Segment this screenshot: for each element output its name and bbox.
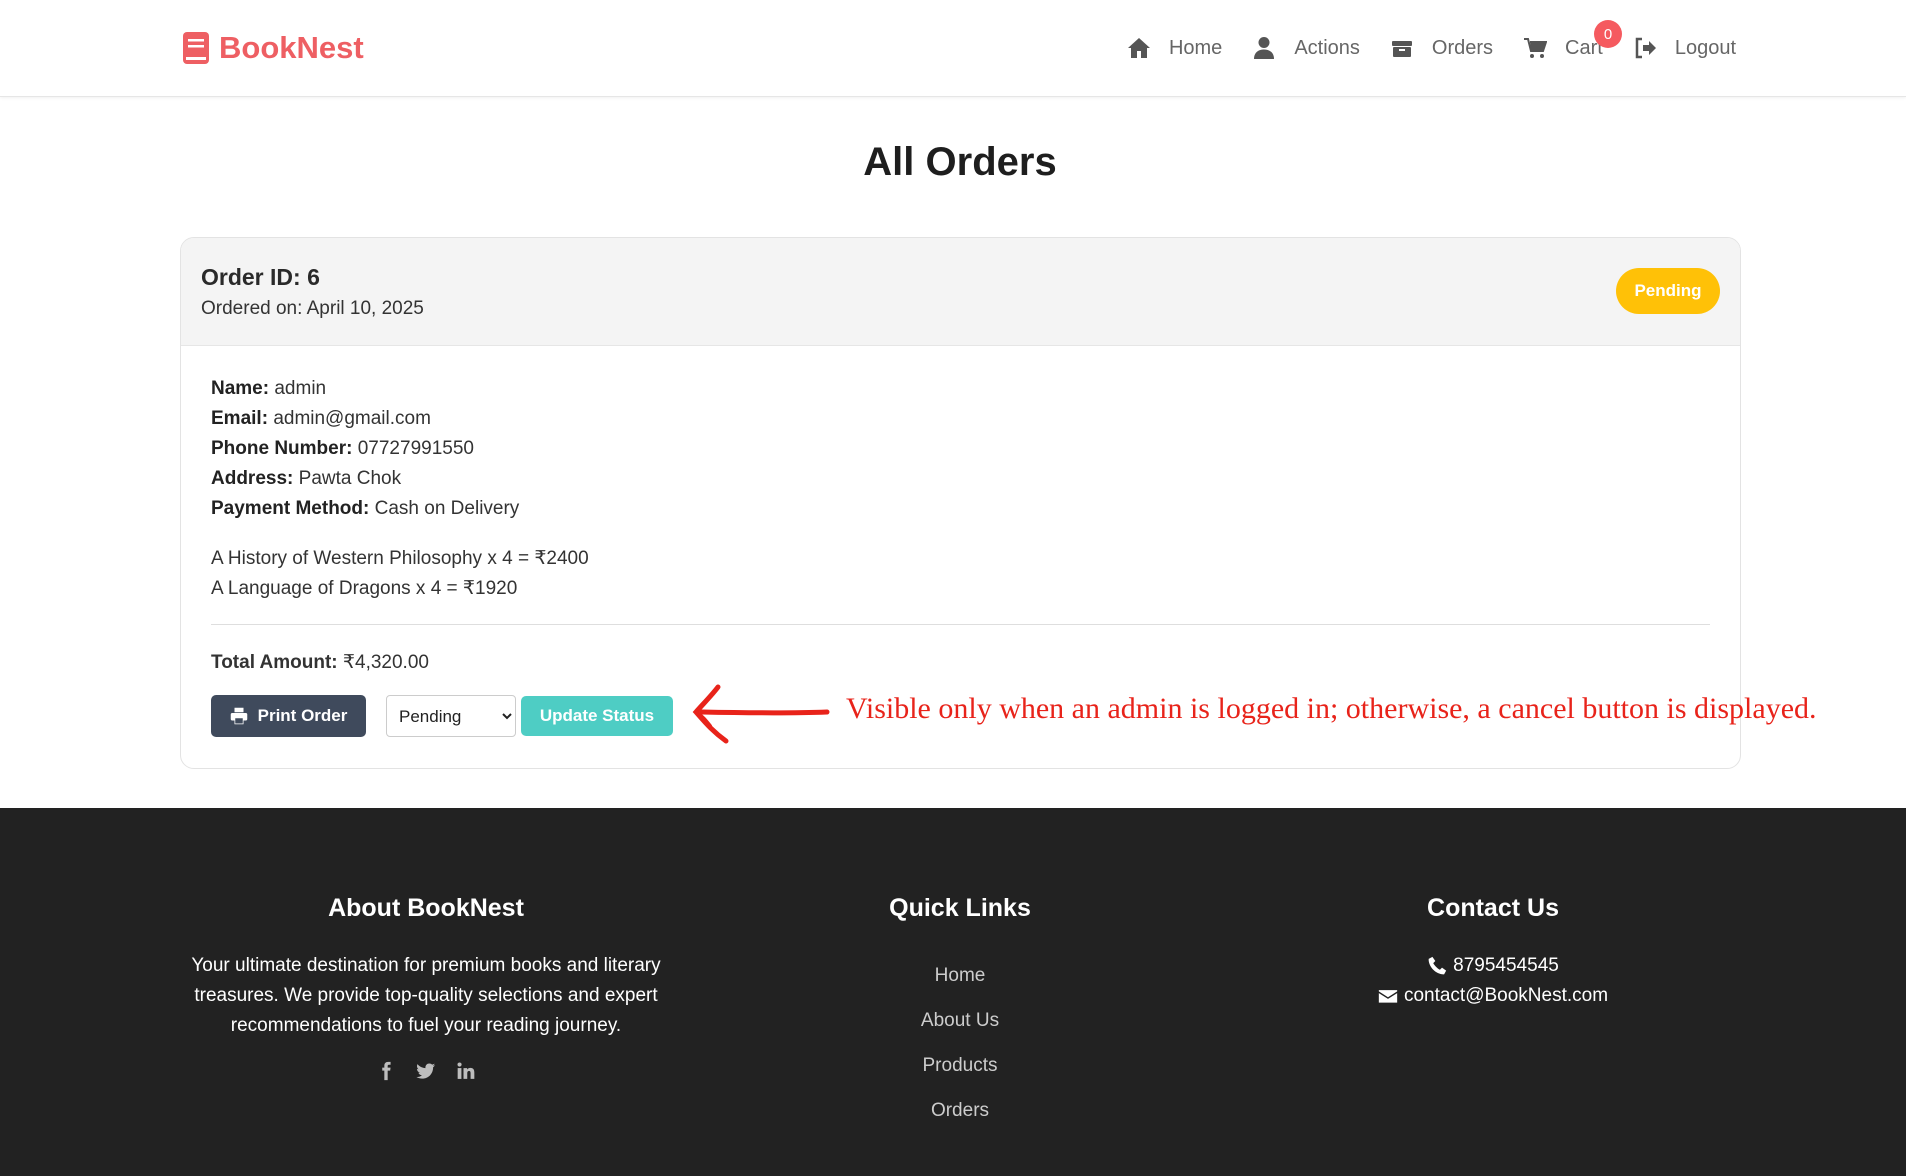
nav-orders-label: Orders bbox=[1431, 36, 1494, 59]
footer-links-title: Quick Links bbox=[889, 894, 1031, 922]
nav-home-label: Home bbox=[1168, 36, 1223, 59]
footer-link-about[interactable]: About Us bbox=[860, 998, 1060, 1043]
update-status-button[interactable]: Update Status bbox=[521, 696, 673, 736]
nav-cart[interactable]: Cart 0 bbox=[1523, 20, 1623, 60]
status-select[interactable]: Pending bbox=[386, 695, 516, 737]
nav-actions[interactable]: Actions bbox=[1252, 36, 1360, 60]
contact-phone-text: 8795454545 bbox=[1453, 955, 1559, 976]
order-body: Name: admin Email: admin@gmail.com Phone… bbox=[211, 374, 1710, 674]
print-order-button[interactable]: Print Order bbox=[211, 695, 366, 737]
divider bbox=[211, 624, 1710, 625]
footer-about: About BookNest Your ultimate destination… bbox=[170, 894, 682, 1081]
order-date: Ordered on: April 10, 2025 bbox=[201, 298, 424, 319]
social-links bbox=[170, 1061, 682, 1081]
user-icon bbox=[1254, 37, 1275, 59]
customer-phone: Phone Number: 07727991550 bbox=[211, 438, 474, 459]
order-item: A History of Western Philosophy x 4 = ₹2… bbox=[211, 548, 589, 569]
footer-contact-title: Contact Us bbox=[1427, 894, 1559, 922]
logout-icon bbox=[1635, 37, 1656, 59]
facebook-icon[interactable] bbox=[376, 1061, 396, 1081]
customer-name: Name: admin bbox=[211, 378, 327, 399]
status-badge: Pending bbox=[1616, 268, 1720, 314]
annotation-arrow-icon bbox=[692, 684, 830, 744]
payment-method: Payment Method: Cash on Delivery bbox=[211, 498, 520, 519]
quick-links-list: Home About Us Products Orders bbox=[860, 953, 1060, 1133]
brand-logo[interactable]: BookNest bbox=[183, 30, 364, 66]
order-header: Order ID: 6 Ordered on: April 10, 2025 P… bbox=[181, 238, 1740, 346]
contact-phone: 8795454545 bbox=[1293, 951, 1693, 981]
footer: About BookNest Your ultimate destination… bbox=[0, 808, 1906, 1176]
contact-email-text: contact@BookNest.com bbox=[1403, 985, 1609, 1006]
twitter-icon[interactable] bbox=[416, 1061, 436, 1081]
envelope-icon bbox=[1378, 990, 1398, 1003]
footer-link-home[interactable]: Home bbox=[860, 953, 1060, 998]
footer-link-products[interactable]: Products bbox=[860, 1043, 1060, 1088]
total-amount: Total Amount: ₹4,320.00 bbox=[211, 652, 429, 673]
brand-name: BookNest bbox=[219, 30, 364, 65]
customer-email: Email: admin@gmail.com bbox=[211, 408, 431, 429]
print-order-label: Print Order bbox=[257, 706, 348, 725]
order-actions: Print Order Pending Update Status bbox=[211, 695, 673, 737]
home-icon bbox=[1127, 38, 1150, 58]
print-icon bbox=[230, 707, 247, 725]
order-id: Order ID: 6 bbox=[201, 264, 320, 290]
nav-home[interactable]: Home bbox=[1127, 36, 1222, 60]
footer-contact: Contact Us 8795454545 contact@BookNest.c… bbox=[1293, 894, 1693, 1011]
linkedin-icon[interactable] bbox=[456, 1061, 476, 1081]
nav-links: Home Actions Orders Cart 0 Logout bbox=[1097, 0, 1736, 96]
box-icon bbox=[1391, 41, 1412, 57]
cart-count-badge: 0 bbox=[1594, 20, 1623, 48]
phone-icon bbox=[1428, 956, 1447, 975]
page-title: All Orders bbox=[863, 140, 1057, 184]
navbar: BookNest Home Actions Orders Cart 0 Logo… bbox=[0, 0, 1906, 97]
customer-address: Address: Pawta Chok bbox=[211, 468, 402, 489]
footer-link-orders[interactable]: Orders bbox=[860, 1088, 1060, 1133]
book-icon bbox=[183, 32, 209, 64]
footer-about-text: Your ultimate destination for premium bo… bbox=[191, 955, 661, 1036]
footer-quick-links: Quick Links Home About Us Products Order… bbox=[860, 894, 1060, 1133]
nav-logout[interactable]: Logout bbox=[1633, 36, 1736, 60]
footer-about-title: About BookNest bbox=[328, 894, 524, 922]
contact-email: contact@BookNest.com bbox=[1293, 981, 1693, 1011]
nav-actions-label: Actions bbox=[1294, 36, 1360, 59]
annotation-text: Visible only when an admin is logged in;… bbox=[846, 692, 1817, 725]
order-card: Order ID: 6 Ordered on: April 10, 2025 P… bbox=[180, 237, 1741, 769]
cart-icon bbox=[1524, 38, 1548, 58]
order-items: A History of Western Philosophy x 4 = ₹2… bbox=[211, 544, 1710, 604]
order-item: A Language of Dragons x 4 = ₹1920 bbox=[211, 578, 518, 599]
nav-orders[interactable]: Orders bbox=[1390, 36, 1493, 60]
nav-logout-label: Logout bbox=[1674, 36, 1736, 59]
